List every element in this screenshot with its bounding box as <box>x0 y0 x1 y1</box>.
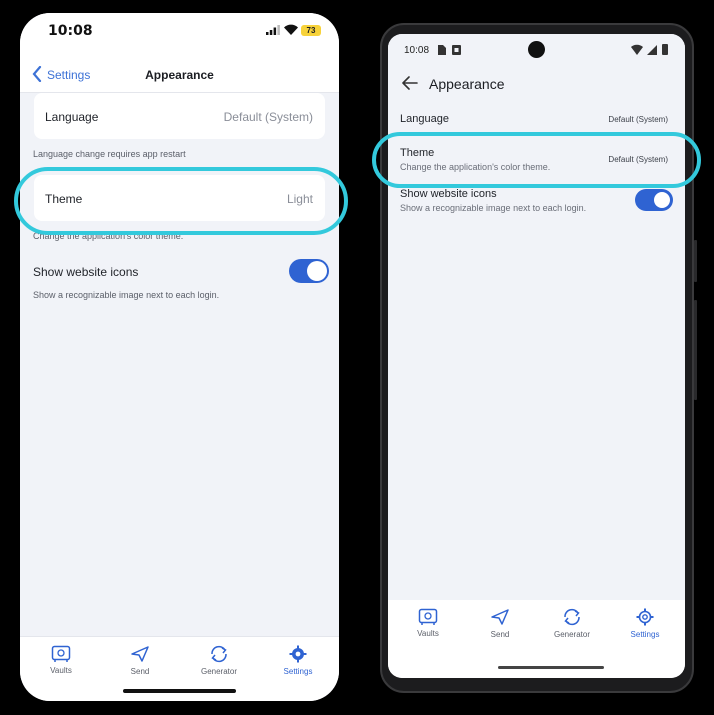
page-title: Appearance <box>429 76 505 92</box>
battery-icon: 73 <box>301 25 321 36</box>
camera-cutout <box>528 41 545 58</box>
status-time: 10:08 <box>404 45 430 56</box>
tab-send-label: Send <box>490 630 510 639</box>
language-label: Language <box>400 113 449 125</box>
gear-icon <box>289 645 307 663</box>
tab-send[interactable]: Send <box>465 608 535 639</box>
generator-icon <box>564 608 580 626</box>
ios-screen: 10:08 73 Settings Appearance Language De… <box>20 13 339 701</box>
power-button <box>694 300 697 400</box>
toggle-knob <box>654 192 670 208</box>
language-value: Default (System) <box>608 115 668 124</box>
theme-subtitle: Change the application's color theme. <box>400 162 551 172</box>
website-icons-toggle[interactable] <box>289 259 329 283</box>
language-value: Default (System) <box>223 110 313 124</box>
ios-status-bar: 10:08 73 <box>20 13 339 51</box>
tab-settings-label: Settings <box>630 630 660 639</box>
gesture-bar <box>498 666 604 669</box>
ios-nav-bar: Settings Appearance <box>20 51 339 93</box>
home-indicator <box>123 689 236 693</box>
tab-send[interactable]: Send <box>105 645 175 676</box>
send-icon <box>491 609 509 625</box>
tab-generator[interactable]: Generator <box>537 608 607 639</box>
sim-icon <box>438 45 446 55</box>
status-icons <box>631 44 668 55</box>
theme-label: Theme <box>45 192 83 206</box>
tab-generator-label: Generator <box>200 667 238 676</box>
volume-button <box>694 240 697 282</box>
tab-generator-label: Generator <box>553 630 591 639</box>
theme-hint: Change the application's color theme. <box>33 231 184 241</box>
language-hint: Language change requires app restart <box>33 149 186 159</box>
tab-settings[interactable]: Settings <box>610 608 680 639</box>
website-icons-label: Show website icons <box>400 188 497 200</box>
tab-vaults[interactable]: Vaults <box>393 608 463 638</box>
tab-send-label: Send <box>130 667 150 676</box>
theme-row[interactable]: Theme Light <box>34 175 325 221</box>
theme-value: Default (System) <box>608 155 668 164</box>
android-screen: 10:08 Appearance Language Default (Syste… <box>388 34 685 678</box>
signal-icon <box>266 25 280 35</box>
vault-icon <box>51 645 71 662</box>
generator-icon <box>211 645 227 663</box>
tab-settings-label: Settings <box>283 667 313 676</box>
theme-label: Theme <box>400 147 435 159</box>
website-icons-hint: Show a recognizable image next to each l… <box>33 290 220 300</box>
vault-icon <box>418 608 438 625</box>
website-icons-label: Show website icons <box>33 265 139 279</box>
status-time: 10:08 <box>48 23 93 39</box>
theme-value: Light <box>286 192 313 206</box>
website-icons-subtitle: Show a recognizable image next to each l… <box>400 203 587 213</box>
tab-generator[interactable]: Generator <box>184 645 254 676</box>
wifi-icon <box>284 24 298 35</box>
tab-vaults-label: Vaults <box>50 666 72 675</box>
arrow-back-icon[interactable] <box>402 76 418 90</box>
language-label: Language <box>45 110 99 124</box>
tab-vaults-label: Vaults <box>417 629 439 638</box>
android-app-bar: Appearance <box>388 64 685 104</box>
android-status-bar: 10:08 <box>388 34 685 64</box>
tab-settings[interactable]: Settings <box>263 645 333 676</box>
tab-vaults[interactable]: Vaults <box>26 645 96 675</box>
toggle-knob <box>307 261 327 281</box>
language-row[interactable]: Language Default (System) <box>34 93 325 139</box>
notification-icon <box>452 45 461 55</box>
gear-icon <box>636 608 654 626</box>
website-icons-toggle[interactable] <box>635 189 673 211</box>
send-icon <box>131 646 149 662</box>
page-title: Appearance <box>145 68 214 82</box>
